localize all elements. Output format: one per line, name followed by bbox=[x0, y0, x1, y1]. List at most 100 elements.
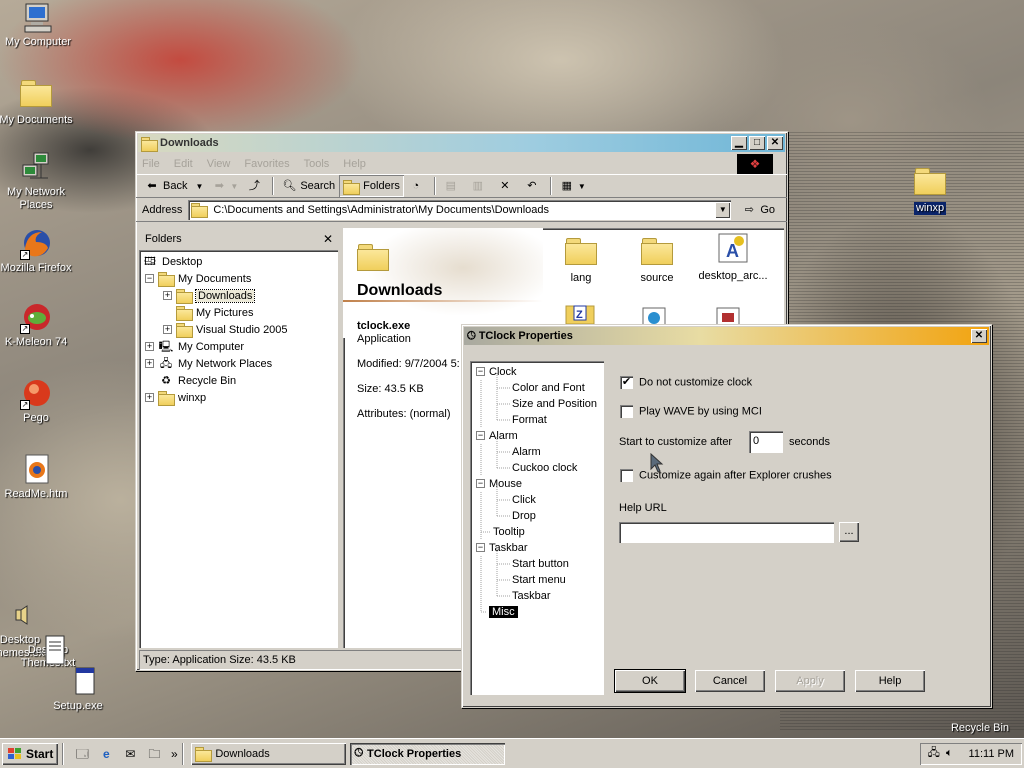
expand-icon[interactable]: + bbox=[163, 291, 172, 300]
task-button-tclock[interactable]: 🕓︎ TClock Properties bbox=[350, 742, 506, 765]
text-document-icon bbox=[44, 634, 66, 666]
desktop-icon-readme[interactable]: ReadMe.htm bbox=[0, 454, 74, 501]
expand-icon[interactable]: + bbox=[163, 325, 172, 334]
menu-tools[interactable]: Tools bbox=[304, 158, 330, 170]
option-do-not-customize[interactable]: ✔ Do not customize clock bbox=[620, 376, 752, 389]
tree-item-downloads[interactable]: + Downloads bbox=[163, 287, 256, 304]
start-after-input[interactable]: 0 bbox=[749, 431, 783, 453]
network-tray-icon[interactable]: 🖧︎ bbox=[928, 744, 940, 763]
settings-tree: − Clock Color and Font Size and Position … bbox=[470, 361, 604, 695]
volume-tray-icon[interactable]: 🔈︎ bbox=[946, 747, 953, 760]
back-dropdown-icon[interactable]: ▼ bbox=[195, 182, 203, 191]
explorer-quicklaunch-icon[interactable]: 🗀︎ bbox=[145, 745, 163, 763]
menu-edit[interactable]: Edit bbox=[174, 158, 193, 170]
tree-item-desktop[interactable]: 🖽︎ Desktop bbox=[142, 253, 202, 270]
quicklaunch-more-icon[interactable]: » bbox=[169, 745, 179, 763]
dialog-close-button[interactable]: ✕ bbox=[971, 329, 987, 343]
cancel-button[interactable]: Cancel bbox=[695, 670, 765, 692]
show-desktop-icon[interactable]: 🗔︎ bbox=[73, 745, 91, 763]
folder-open-icon bbox=[158, 272, 175, 287]
forward-button[interactable]: ➡ ▼ bbox=[207, 175, 242, 197]
browse-button[interactable]: ... bbox=[839, 522, 859, 542]
desktop-icon-my-network-places[interactable]: My Network Places bbox=[0, 152, 74, 212]
folders-pane-close-icon[interactable]: ✕ bbox=[323, 232, 333, 246]
explorer-titlebar[interactable]: Downloads ▁ □ ✕ bbox=[138, 134, 785, 152]
setup-window-icon bbox=[74, 666, 96, 698]
desktop-icon-winxp[interactable]: winxp bbox=[892, 164, 968, 215]
desktop-icon-k-meleon[interactable]: ↗ K-Meleon 74 bbox=[0, 302, 74, 349]
folders-label: Folders bbox=[363, 180, 400, 192]
tree-item-my-network-places[interactable]: + 🖧︎ My Network Places bbox=[145, 355, 272, 372]
expand-icon[interactable]: + bbox=[145, 393, 154, 402]
tray-clock[interactable]: 11:11 PM bbox=[969, 748, 1014, 760]
desktop-icon-setup[interactable]: Setup.exe bbox=[40, 666, 116, 713]
task-button-downloads[interactable]: Downloads bbox=[191, 743, 346, 765]
checkbox-customize-again[interactable] bbox=[620, 469, 633, 482]
internet-explorer-icon[interactable]: e bbox=[97, 745, 115, 763]
up-folder-button[interactable]: ⤴ bbox=[242, 175, 269, 197]
file-item-label: lang bbox=[570, 272, 592, 284]
search-button[interactable]: 🔍︎ Search bbox=[277, 175, 339, 197]
outlook-express-icon[interactable]: ✉ bbox=[121, 745, 139, 763]
tree-item-visual-studio[interactable]: + Visual Studio 2005 bbox=[163, 321, 288, 338]
checkbox-do-not-customize[interactable]: ✔ bbox=[620, 376, 633, 389]
move-to-button[interactable]: ▤ bbox=[439, 175, 466, 197]
checkbox-play-wave[interactable] bbox=[620, 405, 633, 418]
menu-file[interactable]: File bbox=[142, 158, 160, 170]
ok-button[interactable]: OK bbox=[614, 669, 686, 693]
file-item-source[interactable]: source bbox=[619, 234, 695, 284]
menu-view[interactable]: View bbox=[207, 158, 231, 170]
toolbar-separator bbox=[433, 177, 436, 195]
delete-button[interactable]: ✕ bbox=[493, 175, 520, 197]
desktop-icon-my-computer[interactable]: My Computer bbox=[0, 2, 76, 49]
computer-icon: 🖳︎ bbox=[158, 340, 174, 353]
views-button[interactable]: ▦ ▼ bbox=[555, 175, 590, 197]
copy-to-button[interactable]: ▥ bbox=[466, 175, 493, 197]
undo-button[interactable]: ↶ bbox=[520, 175, 547, 197]
tree-item-my-computer[interactable]: + 🖳︎ My Computer bbox=[145, 338, 244, 355]
help-button[interactable]: Help bbox=[855, 670, 925, 692]
tree-item-my-pictures[interactable]: My Pictures bbox=[176, 304, 253, 321]
web-document-icon[interactable] bbox=[641, 306, 667, 327]
back-button[interactable]: ⬅ Back ▼ bbox=[140, 175, 207, 197]
maximize-button[interactable]: □ bbox=[749, 136, 765, 150]
menu-help[interactable]: Help bbox=[343, 158, 366, 170]
executable-icon[interactable] bbox=[715, 306, 741, 327]
folder-icon bbox=[641, 238, 673, 265]
copy-to-icon: ▥ bbox=[472, 180, 484, 192]
desktop-icon-my-documents[interactable]: My Documents bbox=[0, 76, 74, 127]
seconds-label: seconds bbox=[789, 436, 830, 448]
apply-button[interactable]: Apply bbox=[775, 670, 845, 692]
address-input[interactable]: C:\Documents and Settings\Administrator\… bbox=[188, 199, 732, 220]
help-url-input[interactable] bbox=[619, 522, 834, 543]
expand-icon[interactable]: + bbox=[145, 342, 154, 351]
option-label: Customize again after Explorer crushes bbox=[639, 469, 832, 482]
history-button[interactable]: ◔ bbox=[404, 175, 431, 197]
zip-file-icon[interactable]: Z bbox=[564, 304, 596, 325]
go-button[interactable]: ⇨ Go bbox=[737, 199, 779, 221]
menu-favorites[interactable]: Favorites bbox=[244, 158, 289, 170]
file-item-lang[interactable]: lang bbox=[543, 234, 619, 284]
option-play-wave[interactable]: Play WAVE by using MCI bbox=[620, 405, 762, 418]
tree-item-recycle-bin[interactable]: ♻ Recycle Bin bbox=[158, 372, 236, 389]
selected-file-modified: Modified: 9/7/2004 5: bbox=[357, 358, 460, 370]
address-dropdown-icon[interactable]: ▼ bbox=[715, 201, 731, 218]
folders-button[interactable]: Folders bbox=[339, 175, 404, 197]
desktop-icon-desktop-themes-txt[interactable]: Desktop Themes.txt bbox=[10, 634, 86, 670]
minimize-button[interactable]: ▁ bbox=[731, 136, 747, 150]
close-button[interactable]: ✕ bbox=[767, 136, 783, 150]
explorer-menubar: File Edit View Favorites Tools Help ❖ bbox=[136, 154, 787, 174]
address-bar: Address C:\Documents and Settings\Admini… bbox=[136, 198, 787, 222]
tree-item-winxp[interactable]: + winxp bbox=[145, 389, 206, 406]
desktop-icon-pego[interactable]: ↗ Pego bbox=[0, 378, 74, 425]
tree-item-my-documents[interactable]: − My Documents bbox=[145, 270, 251, 287]
collapse-icon[interactable]: − bbox=[145, 274, 154, 283]
desktop-icon-mozilla-firefox[interactable]: ↗ Mozilla Firefox bbox=[0, 228, 74, 275]
network-icon bbox=[20, 152, 52, 184]
file-item-desktop-archive[interactable]: A desktop_arc... bbox=[693, 232, 773, 282]
explorer-title: Downloads bbox=[160, 137, 219, 149]
dialog-titlebar[interactable]: 🕓︎ TClock Properties ✕ bbox=[464, 327, 989, 345]
start-button[interactable]: Start bbox=[2, 743, 58, 765]
desktop-icon-label: My Network Places bbox=[6, 186, 66, 211]
expand-icon[interactable]: + bbox=[145, 359, 154, 368]
